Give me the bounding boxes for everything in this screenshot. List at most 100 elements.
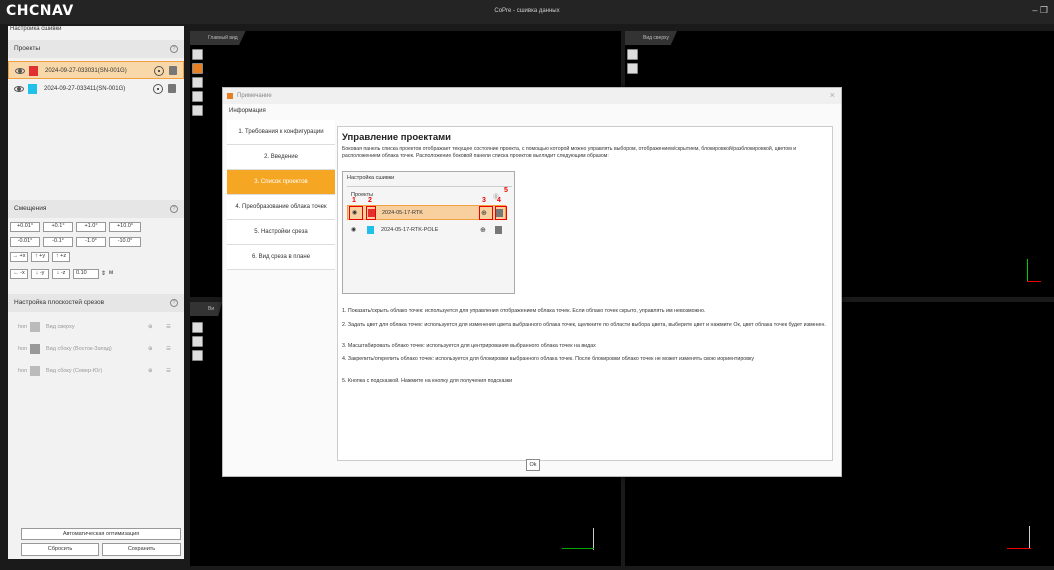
marker-2: 2 <box>368 197 372 204</box>
slice-row-top[interactable]: hon Вид сверху ⊕ ☰ <box>8 318 184 336</box>
layers-icon[interactable] <box>192 77 203 88</box>
axis-z-icon <box>1029 526 1030 548</box>
top-view-label: Вид сверху <box>625 31 678 45</box>
mini-panel-title: Настройка сшивки <box>347 175 395 181</box>
nav-item-slice-plan[interactable]: 6. Вид среза в плане <box>227 245 335 270</box>
project-row-2[interactable]: 2024-09-27-033411(SN-001G) <box>8 80 184 98</box>
main-view-label: Главный вид <box>190 31 246 45</box>
nav-item-config[interactable]: 1. Требования к конфигурации <box>227 120 335 145</box>
stitch-settings-panel: Настройка сшивки Проекты? 2024-09-27-033… <box>8 26 184 559</box>
auto-optimize-button[interactable]: Автоматическая оптимизация <box>21 528 181 540</box>
move-minus-z-button[interactable]: ↓ -z <box>52 269 70 279</box>
step-input[interactable]: 0.10 <box>73 269 99 279</box>
axis-z-icon <box>593 528 594 550</box>
projects-header: Проекты? <box>8 40 184 58</box>
offsets-header: Смещения? <box>8 200 184 218</box>
close-icon[interactable]: × <box>830 90 835 100</box>
nav-item-projects[interactable]: 3. Список проектов <box>227 170 335 195</box>
pencil-icon[interactable] <box>192 336 203 347</box>
para-4: 4. Закрепить/открепить облако точек: исп… <box>342 356 755 362</box>
move-minus-y-button[interactable]: ↓ -y <box>31 269 49 279</box>
mini-project-name: 2024-05-17-RTK-POLE <box>381 227 439 233</box>
marker-1: 1 <box>352 197 356 204</box>
lock-icon[interactable] <box>169 66 177 75</box>
marker-4: 4 <box>497 197 501 204</box>
window-controls[interactable]: – ❐ <box>1032 5 1048 16</box>
slice-header-label: Настройка плоскостей срезов <box>14 299 105 306</box>
eye-icon[interactable] <box>15 68 25 74</box>
move-minus-x-button[interactable]: ← -x <box>10 269 28 279</box>
move-plus-x-button[interactable]: → +x <box>10 252 28 262</box>
ok-button[interactable]: Ok <box>526 459 540 471</box>
note-dialog: Примечание × Информация 1. Требования к … <box>222 87 842 477</box>
project-row-1[interactable]: 2024-09-27-033031(SN-001G) <box>8 61 184 79</box>
project-name: 2024-09-27-033031(SN-001G) <box>45 68 127 74</box>
slice-name: Вид сверху <box>46 324 75 330</box>
highlight-lock <box>495 206 507 220</box>
pencil-icon[interactable] <box>627 63 638 74</box>
rotate-minus-10-button[interactable]: -10.0° <box>109 237 141 247</box>
target-icon[interactable] <box>154 66 164 76</box>
target-icon[interactable] <box>153 84 163 94</box>
dialog-title: Примечание <box>223 88 841 104</box>
slice-row-ns[interactable]: hon Вид сбоку (Север-Юг) ⊕ ☰ <box>8 362 184 380</box>
rotate-minus-01-button[interactable]: -0.1° <box>43 237 73 247</box>
color-swatch[interactable] <box>28 84 37 94</box>
rotate-minus-1-button[interactable]: -1.0° <box>76 237 106 247</box>
move-plus-y-button[interactable]: ↑ +y <box>31 252 49 262</box>
marker-5: 5 <box>504 187 508 194</box>
view-tool-icon[interactable] <box>192 49 203 60</box>
settings-icon[interactable]: ☰ <box>166 362 171 380</box>
nav-item-slice-settings[interactable]: 5. Настройки среза <box>227 220 335 245</box>
nav-item-intro[interactable]: 2. Введение <box>227 145 335 170</box>
color-swatch[interactable] <box>29 66 38 76</box>
highlight-color <box>366 206 376 220</box>
rotate-plus-01-button[interactable]: +0.1° <box>43 222 73 232</box>
slice-toggle[interactable]: hon <box>18 340 27 358</box>
slice-toggle[interactable]: hon <box>18 362 27 380</box>
target-icon[interactable]: ⊕ <box>148 362 153 380</box>
rotate-plus-001-button[interactable]: +0.01° <box>10 222 40 232</box>
help-icon[interactable]: ? <box>170 299 178 307</box>
lock-icon[interactable] <box>168 84 176 93</box>
eye-icon[interactable] <box>14 86 24 92</box>
target-icon: ⊕ <box>480 227 486 234</box>
color-tool-icon[interactable] <box>192 63 203 74</box>
target-icon[interactable]: ⊕ <box>148 340 153 358</box>
settings-icon[interactable]: ☰ <box>166 318 171 336</box>
highlight-eye <box>349 206 363 220</box>
help-icon[interactable] <box>192 350 203 361</box>
save-button[interactable]: Сохранить <box>102 543 181 556</box>
dialog-nav: 1. Требования к конфигурации 2. Введение… <box>227 120 335 270</box>
help-icon[interactable]: ? <box>170 45 178 53</box>
content-heading: Управление проектами <box>342 132 451 143</box>
rotate-plus-1-button[interactable]: +1.0° <box>76 222 106 232</box>
slice-name: Вид сбоку (Север-Юг) <box>46 368 103 374</box>
measure-icon[interactable] <box>192 91 203 102</box>
project-list-illustration: Настройка сшивки Проекты ⓪ ◉ 2024-05-17-… <box>342 171 515 294</box>
slice-swatch <box>30 344 40 354</box>
color-swatch <box>367 226 374 234</box>
target-icon[interactable]: ⊕ <box>148 318 153 336</box>
slice-swatch <box>30 322 40 332</box>
dialog-content: Управление проектами Боковая панель спис… <box>337 126 833 461</box>
rotate-plus-10-button[interactable]: +10.0° <box>109 222 141 232</box>
project-name: 2024-09-27-033411(SN-001G) <box>44 86 126 92</box>
slice-toggle[interactable]: hon <box>18 318 27 336</box>
stepper-icon[interactable]: ⇕ <box>101 270 106 277</box>
window-title: CoPre - сшивка данных <box>494 8 560 14</box>
help-icon[interactable] <box>192 105 203 116</box>
step-unit: м <box>109 270 114 276</box>
nav-item-transform[interactable]: 4. Преобразование облака точек <box>227 195 335 220</box>
help-icon[interactable]: ? <box>170 205 178 213</box>
move-plus-z-button[interactable]: ↑ +z <box>52 252 70 262</box>
reset-button[interactable]: Сбросить <box>21 543 99 556</box>
settings-icon[interactable]: ☰ <box>166 340 171 358</box>
rotate-icon[interactable] <box>627 49 638 60</box>
slice-row-ew[interactable]: hon Вид сбоку (Восток-Запад) ⊕ ☰ <box>8 340 184 358</box>
highlight-target <box>479 206 493 220</box>
rotate-icon[interactable] <box>192 322 203 333</box>
para-2: 2. Задать цвет для облака точек: использ… <box>342 322 826 328</box>
offsets-header-label: Смещения <box>14 205 47 212</box>
rotate-minus-001-button[interactable]: -0.01° <box>10 237 40 247</box>
